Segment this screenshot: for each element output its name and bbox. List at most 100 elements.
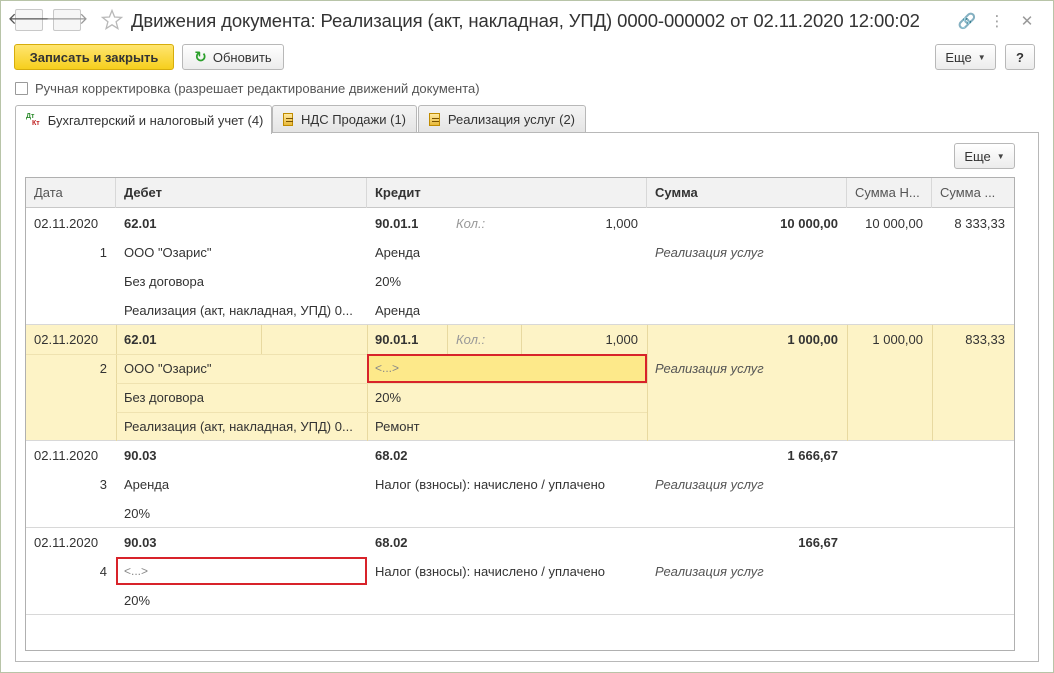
- document-movements-window: 🡐 🡒 Движения документа: Реализация (акт,…: [0, 0, 1054, 673]
- register-icon: [429, 113, 440, 126]
- favorite-star-icon[interactable]: [100, 8, 124, 32]
- credit-subconto-1: Налог (взносы): начислено / уплачено: [375, 564, 605, 579]
- sum-other-value: 8 333,33: [954, 216, 1005, 231]
- sum-n-value: 10 000,00: [865, 216, 923, 231]
- debit-subconto-2: Без договора: [124, 274, 204, 289]
- table-row[interactable]: 02.11.2020 1 62.01 ООО "Озарис" Без дого…: [26, 209, 1014, 325]
- table-row[interactable]: 02.11.2020 3 90.03 Аренда 20% 68.02 Нало…: [26, 441, 1014, 528]
- table-row[interactable]: 02.11.2020 4 90.03 <...> 20% 68.02 Налог…: [26, 528, 1014, 615]
- debit-subconto-1[interactable]: ООО "Озарис": [124, 354, 211, 383]
- more-label: Еще: [945, 49, 972, 65]
- credit-account: 90.01.1: [375, 216, 419, 231]
- debit-account: 62.01: [124, 216, 157, 231]
- sum-other-value[interactable]: 833,33: [932, 325, 1005, 354]
- sum-description[interactable]: Реализация услуг: [655, 354, 764, 383]
- column-header-sum-n[interactable]: Сумма Н...: [847, 178, 932, 208]
- chevron-down-icon: ▼: [996, 151, 1005, 161]
- credit-subconto-2: 20%: [375, 274, 402, 289]
- tab-services-sales[interactable]: Реализация услуг (2): [418, 105, 586, 133]
- row-date: 02.11.2020: [34, 332, 99, 347]
- debit-subconto-1: Аренда: [124, 477, 170, 492]
- row-date: 02.11.2020: [34, 216, 99, 231]
- movements-table[interactable]: Дата Дебет Кредит Сумма Сумма Н... Сумма…: [25, 177, 1015, 651]
- window-title: Движения документа: Реализация (акт, нак…: [131, 10, 920, 31]
- row-date: 02.11.2020: [34, 535, 99, 550]
- empty-value-placeholder: <...>: [375, 361, 400, 375]
- tab-accounting[interactable]: Дт Кт Бухгалтерский и налоговый учет (4): [15, 105, 272, 134]
- row-number: 4: [99, 564, 107, 579]
- row-date: 02.11.2020: [34, 448, 99, 463]
- refresh-icon: ↻: [194, 49, 207, 66]
- column-header-sum-other[interactable]: Сумма ...: [932, 178, 1014, 208]
- tab-services-sales-label: Реализация услуг (2): [447, 112, 575, 127]
- tab-vat-sales[interactable]: НДС Продажи (1): [272, 105, 417, 133]
- more-actions-icon[interactable]: ⋮: [987, 11, 1007, 31]
- debit-subconto-2: 20%: [124, 593, 151, 608]
- credit-subconto-1: Аренда: [375, 245, 421, 260]
- row-number: 3: [99, 477, 107, 492]
- link-icon[interactable]: 🔗: [957, 11, 977, 31]
- debit-subconto-3[interactable]: Реализация (акт, накладная, УПД) 0...: [124, 412, 362, 441]
- quantity-value[interactable]: 1,000: [546, 325, 638, 354]
- table-more-label: Еще: [964, 148, 991, 164]
- chevron-down-icon: ▼: [977, 52, 986, 62]
- quantity-label: Кол.:: [456, 332, 486, 347]
- more-menu-button[interactable]: Еще ▼: [935, 44, 996, 70]
- save-and-close-label: Записать и закрыть: [29, 49, 159, 65]
- forward-button[interactable]: 🡒: [46, 9, 88, 31]
- close-icon[interactable]: ✕: [1017, 11, 1037, 31]
- debit-subconto-1-empty-field[interactable]: <...>: [116, 557, 367, 585]
- title-bar: 🡐 🡒 Движения документа: Реализация (акт,…: [1, 1, 1053, 41]
- credit-subconto-1: Налог (взносы): начислено / уплачено: [375, 477, 605, 492]
- sum-description: Реализация услуг: [655, 245, 764, 260]
- tab-accounting-label: Бухгалтерский и налоговый учет (4): [47, 112, 264, 128]
- help-label: ?: [1016, 49, 1024, 65]
- row-number: 1: [99, 245, 107, 260]
- sum-n-value[interactable]: 1 000,00: [847, 325, 923, 354]
- credit-subconto-3[interactable]: Ремонт: [375, 412, 420, 441]
- debit-subconto-2: 20%: [124, 506, 151, 521]
- debit-account: 90.03: [124, 448, 157, 463]
- empty-value-placeholder: <...>: [124, 564, 149, 578]
- back-button[interactable]: 🡐: [8, 9, 50, 31]
- refresh-label: Обновить: [212, 49, 272, 65]
- debit-account[interactable]: 62.01: [124, 325, 157, 354]
- debit-account: 90.03: [124, 535, 157, 550]
- tab-vat-sales-label: НДС Продажи (1): [301, 112, 406, 127]
- sum-value: 1 666,67: [787, 448, 838, 463]
- column-header-debit[interactable]: Дебет: [116, 178, 367, 208]
- sum-value: 10 000,00: [780, 216, 838, 231]
- debit-subconto-3: Реализация (акт, накладная, УПД) 0...: [124, 303, 353, 318]
- table-header: Дата Дебет Кредит Сумма Сумма Н... Сумма…: [26, 178, 1014, 208]
- save-and-close-button[interactable]: Записать и закрыть: [14, 44, 174, 70]
- debit-subconto-1: ООО "Озарис": [124, 245, 212, 260]
- manual-correction-row[interactable]: Ручная корректировка (разрешает редактир…: [15, 81, 480, 96]
- sum-value: 166,67: [798, 535, 838, 550]
- credit-subconto-2[interactable]: 20%: [375, 383, 401, 412]
- credit-account: 68.02: [375, 535, 408, 550]
- debit-subconto-2[interactable]: Без договора: [124, 383, 204, 412]
- sum-value[interactable]: 1 000,00: [647, 325, 838, 354]
- manual-correction-label: Ручная корректировка (разрешает редактир…: [35, 81, 480, 96]
- quantity-value: 1,000: [605, 216, 638, 231]
- sum-description: Реализация услуг: [655, 564, 764, 579]
- help-button[interactable]: ?: [1005, 44, 1035, 70]
- register-icon: [283, 113, 294, 126]
- forward-arrow-icon: 🡒: [45, 11, 89, 28]
- row-number: 2: [99, 361, 107, 376]
- sum-description: Реализация услуг: [655, 477, 764, 492]
- credit-account: 68.02: [375, 448, 408, 463]
- column-header-credit[interactable]: Кредит: [367, 178, 647, 208]
- column-header-date[interactable]: Дата: [26, 178, 116, 208]
- back-arrow-icon: 🡐: [7, 11, 51, 28]
- column-header-sum[interactable]: Сумма: [647, 178, 847, 208]
- table-row-selected[interactable]: 02.11.2020 2 62.01 ООО "Озарис" Без дого…: [26, 325, 1014, 441]
- quantity-label: Кол.:: [456, 216, 486, 231]
- table-more-button[interactable]: Еще ▼: [954, 143, 1015, 169]
- credit-account[interactable]: 90.01.1: [375, 325, 418, 354]
- manual-correction-checkbox[interactable]: [15, 82, 28, 95]
- dt-kt-icon: Дт Кт: [26, 113, 40, 127]
- refresh-button[interactable]: ↻ Обновить: [182, 44, 284, 70]
- credit-subconto-3: Аренда: [375, 303, 421, 318]
- credit-subconto-1-empty-field[interactable]: <...>: [367, 354, 647, 383]
